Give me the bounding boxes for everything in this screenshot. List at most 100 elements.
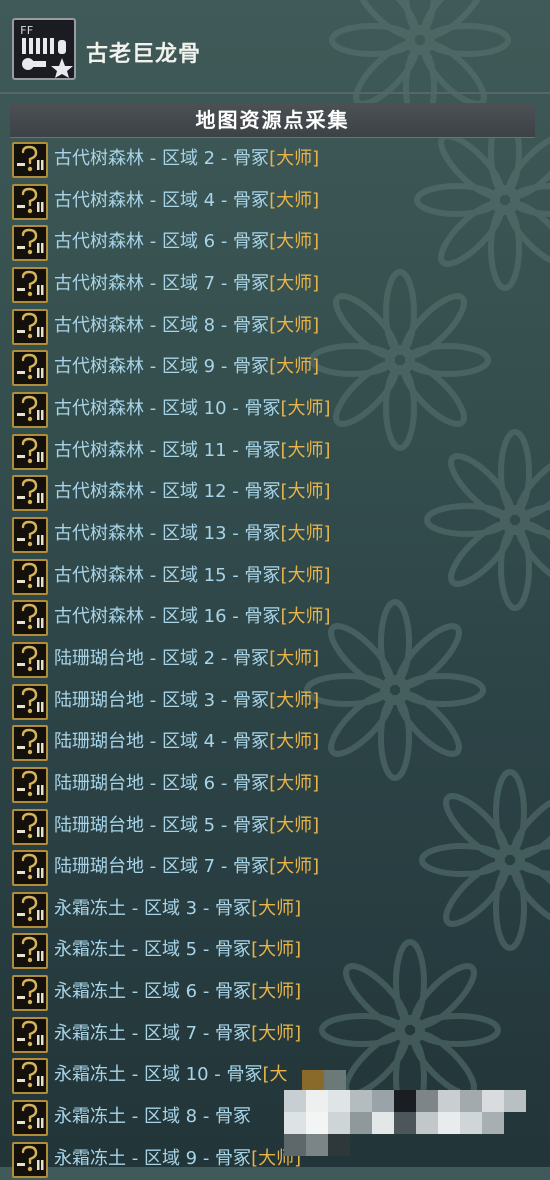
list-item[interactable]: 古代树森林 - 区域 2 - 骨冢[大师] [0,139,550,181]
unknown-resource-icon [12,641,48,678]
location-text: 永霜冻土 - 区域 6 - 骨冢[大师] [54,980,301,1004]
list-item[interactable]: 古代树森林 - 区域 13 - 骨冢[大师] [0,514,550,556]
location-label: 陆珊瑚台地 - 区域 4 - 骨冢 [54,731,270,753]
location-text: 古代树森林 - 区域 9 - 骨冢[大师] [54,355,319,379]
location-label: 古代树森林 - 区域 7 - 骨冢 [54,272,270,294]
unknown-resource-icon [12,142,48,178]
rank-tag: [大师] [269,856,320,878]
list-item[interactable]: 陆珊瑚台地 - 区域 3 - 骨冢[大师] [0,681,550,723]
location-label: 陆珊瑚台地 - 区域 7 - 骨冢 [54,856,270,878]
location-label: 古代树森林 - 区域 11 - 骨冢 [54,439,281,461]
unknown-resource-icon [12,433,48,470]
location-label: 永霜冻土 - 区域 7 - 骨冢 [54,1022,252,1044]
unknown-resource-icon [12,600,48,637]
rank-tag: [大师] [280,397,331,419]
unknown-resource-icon [12,850,48,887]
unknown-resource-icon [12,475,48,512]
rank-tag: [大师] [251,1147,302,1169]
location-text: 陆珊瑚台地 - 区域 6 - 骨冢[大师] [54,772,319,796]
list-item[interactable]: 陆珊瑚台地 - 区域 2 - 骨冢[大师] [0,639,550,681]
dragon-bone-item-icon: FF [12,18,76,80]
list-item[interactable]: 永霜冻土 - 区域 6 - 骨冢[大师] [0,972,550,1014]
unknown-resource-icon [12,225,48,262]
location-label: 古代树森林 - 区域 8 - 骨冢 [54,314,270,336]
location-text: 永霜冻土 - 区域 7 - 骨冢[大师] [54,1022,301,1046]
location-text: 陆珊瑚台地 - 区域 4 - 骨冢[大师] [54,730,319,754]
location-text: 古代树森林 - 区域 13 - 骨冢[大师] [54,522,331,546]
list-item[interactable]: 陆珊瑚台地 - 区域 5 - 骨冢[大师] [0,806,550,848]
location-label: 古代树森林 - 区域 10 - 骨冢 [54,397,281,419]
list-item[interactable]: 古代树森林 - 区域 12 - 骨冢[大师] [0,472,550,514]
item-header: FF 古老巨龙骨 [0,0,550,92]
list-item[interactable]: 永霜冻土 - 区域 9 - 骨冢[大师] [0,1139,550,1180]
list-item[interactable]: 古代树森林 - 区域 6 - 骨冢[大师] [0,222,550,264]
rank-tag: [大师] [269,231,320,253]
unknown-resource-icon [12,725,48,762]
list-item[interactable]: 永霜冻土 - 区域 10 - 骨冢[大 [0,1055,550,1097]
unknown-resource-icon [12,266,48,303]
list-item[interactable]: 古代树森林 - 区域 7 - 骨冢[大师] [0,264,550,306]
location-text: 古代树森林 - 区域 10 - 骨冢[大师] [54,397,331,421]
list-item[interactable]: 古代树森林 - 区域 10 - 骨冢[大师] [0,389,550,431]
rank-tag: [大师] [269,772,320,794]
unknown-resource-icon [12,1141,48,1178]
location-label: 陆珊瑚台地 - 区域 2 - 骨冢 [54,647,270,669]
location-text: 永霜冻土 - 区域 9 - 骨冢[大师] [54,1147,301,1171]
location-text: 古代树森林 - 区域 4 - 骨冢[大师] [54,189,319,213]
location-label: 古代树森林 - 区域 16 - 骨冢 [54,606,281,628]
rank-tag: [大师] [269,647,320,669]
location-text: 古代树森林 - 区域 6 - 骨冢[大师] [54,230,319,254]
location-text: 古代树森林 - 区域 12 - 骨冢[大师] [54,480,331,504]
rank-tag: [大师] [251,897,302,919]
location-text: 陆珊瑚台地 - 区域 7 - 骨冢[大师] [54,855,319,879]
rank-tag: [大师] [269,148,320,169]
location-label: 古代树森林 - 区域 15 - 骨冢 [54,564,281,586]
list-item[interactable]: 永霜冻土 - 区域 7 - 骨冢[大师] [0,1014,550,1056]
list-item[interactable]: 古代树森林 - 区域 16 - 骨冢[大师] [0,597,550,639]
rank-tag: [大师] [251,1022,302,1044]
list-item[interactable]: 古代树森林 - 区域 9 - 骨冢[大师] [0,347,550,389]
unknown-resource-icon [12,391,48,428]
rank-tag: [大师] [280,522,331,544]
item-title: 古老巨龙骨 [86,42,202,67]
rank-tag: [大师] [269,814,320,836]
location-label: 古代树森林 - 区域 6 - 骨冢 [54,231,270,253]
unknown-resource-icon [12,350,48,387]
location-label: 陆珊瑚台地 - 区域 5 - 骨冢 [54,814,270,836]
list-item[interactable]: 古代树森林 - 区域 11 - 骨冢[大师] [0,431,550,473]
location-label: 古代树森林 - 区域 9 - 骨冢 [54,356,270,378]
list-item[interactable]: 古代树森林 - 区域 8 - 骨冢[大师] [0,306,550,348]
unknown-resource-icon [12,183,48,220]
list-item[interactable]: 陆珊瑚台地 - 区域 6 - 骨冢[大师] [0,764,550,806]
location-text: 永霜冻土 - 区域 10 - 骨冢[大 [54,1063,288,1087]
icon-badge: FF [20,24,33,37]
rank-tag: [大师] [269,272,320,294]
location-label: 永霜冻土 - 区域 3 - 骨冢 [54,897,252,919]
location-text: 古代树森林 - 区域 7 - 骨冢[大师] [54,272,319,296]
list-item[interactable]: 古代树森林 - 区域 15 - 骨冢[大师] [0,556,550,598]
list-item[interactable]: 陆珊瑚台地 - 区域 7 - 骨冢[大师] [0,847,550,889]
header-divider [0,92,550,94]
rank-tag: [大师] [280,481,331,503]
list-item[interactable]: 陆珊瑚台地 - 区域 4 - 骨冢[大师] [0,722,550,764]
location-label: 古代树森林 - 区域 4 - 骨冢 [54,189,270,211]
location-text: 永霜冻土 - 区域 3 - 骨冢[大师] [54,897,301,921]
location-label: 陆珊瑚台地 - 区域 3 - 骨冢 [54,689,270,711]
list-item[interactable]: 永霜冻土 - 区域 8 - 骨冢 [0,1097,550,1139]
rank-tag: [大师] [269,356,320,378]
location-label: 永霜冻土 - 区域 6 - 骨冢 [54,981,252,1003]
location-label: 永霜冻土 - 区域 10 - 骨冢 [54,1064,263,1086]
rank-tag: [大 [262,1064,288,1086]
unknown-resource-icon [12,766,48,803]
list-item[interactable]: 永霜冻土 - 区域 3 - 骨冢[大师] [0,889,550,931]
unknown-resource-icon [12,516,48,553]
location-text: 古代树森林 - 区域 15 - 骨冢[大师] [54,564,331,588]
list-item[interactable]: 古代树森林 - 区域 4 - 骨冢[大师] [0,181,550,223]
rank-tag: [大师] [280,564,331,586]
list-item[interactable]: 永霜冻土 - 区域 5 - 骨冢[大师] [0,930,550,972]
rank-tag: [大师] [269,731,320,753]
location-text: 永霜冻土 - 区域 5 - 骨冢[大师] [54,938,301,962]
location-text: 陆珊瑚台地 - 区域 5 - 骨冢[大师] [54,814,319,838]
unknown-resource-icon [12,975,48,1012]
rank-tag: [大师] [269,314,320,336]
